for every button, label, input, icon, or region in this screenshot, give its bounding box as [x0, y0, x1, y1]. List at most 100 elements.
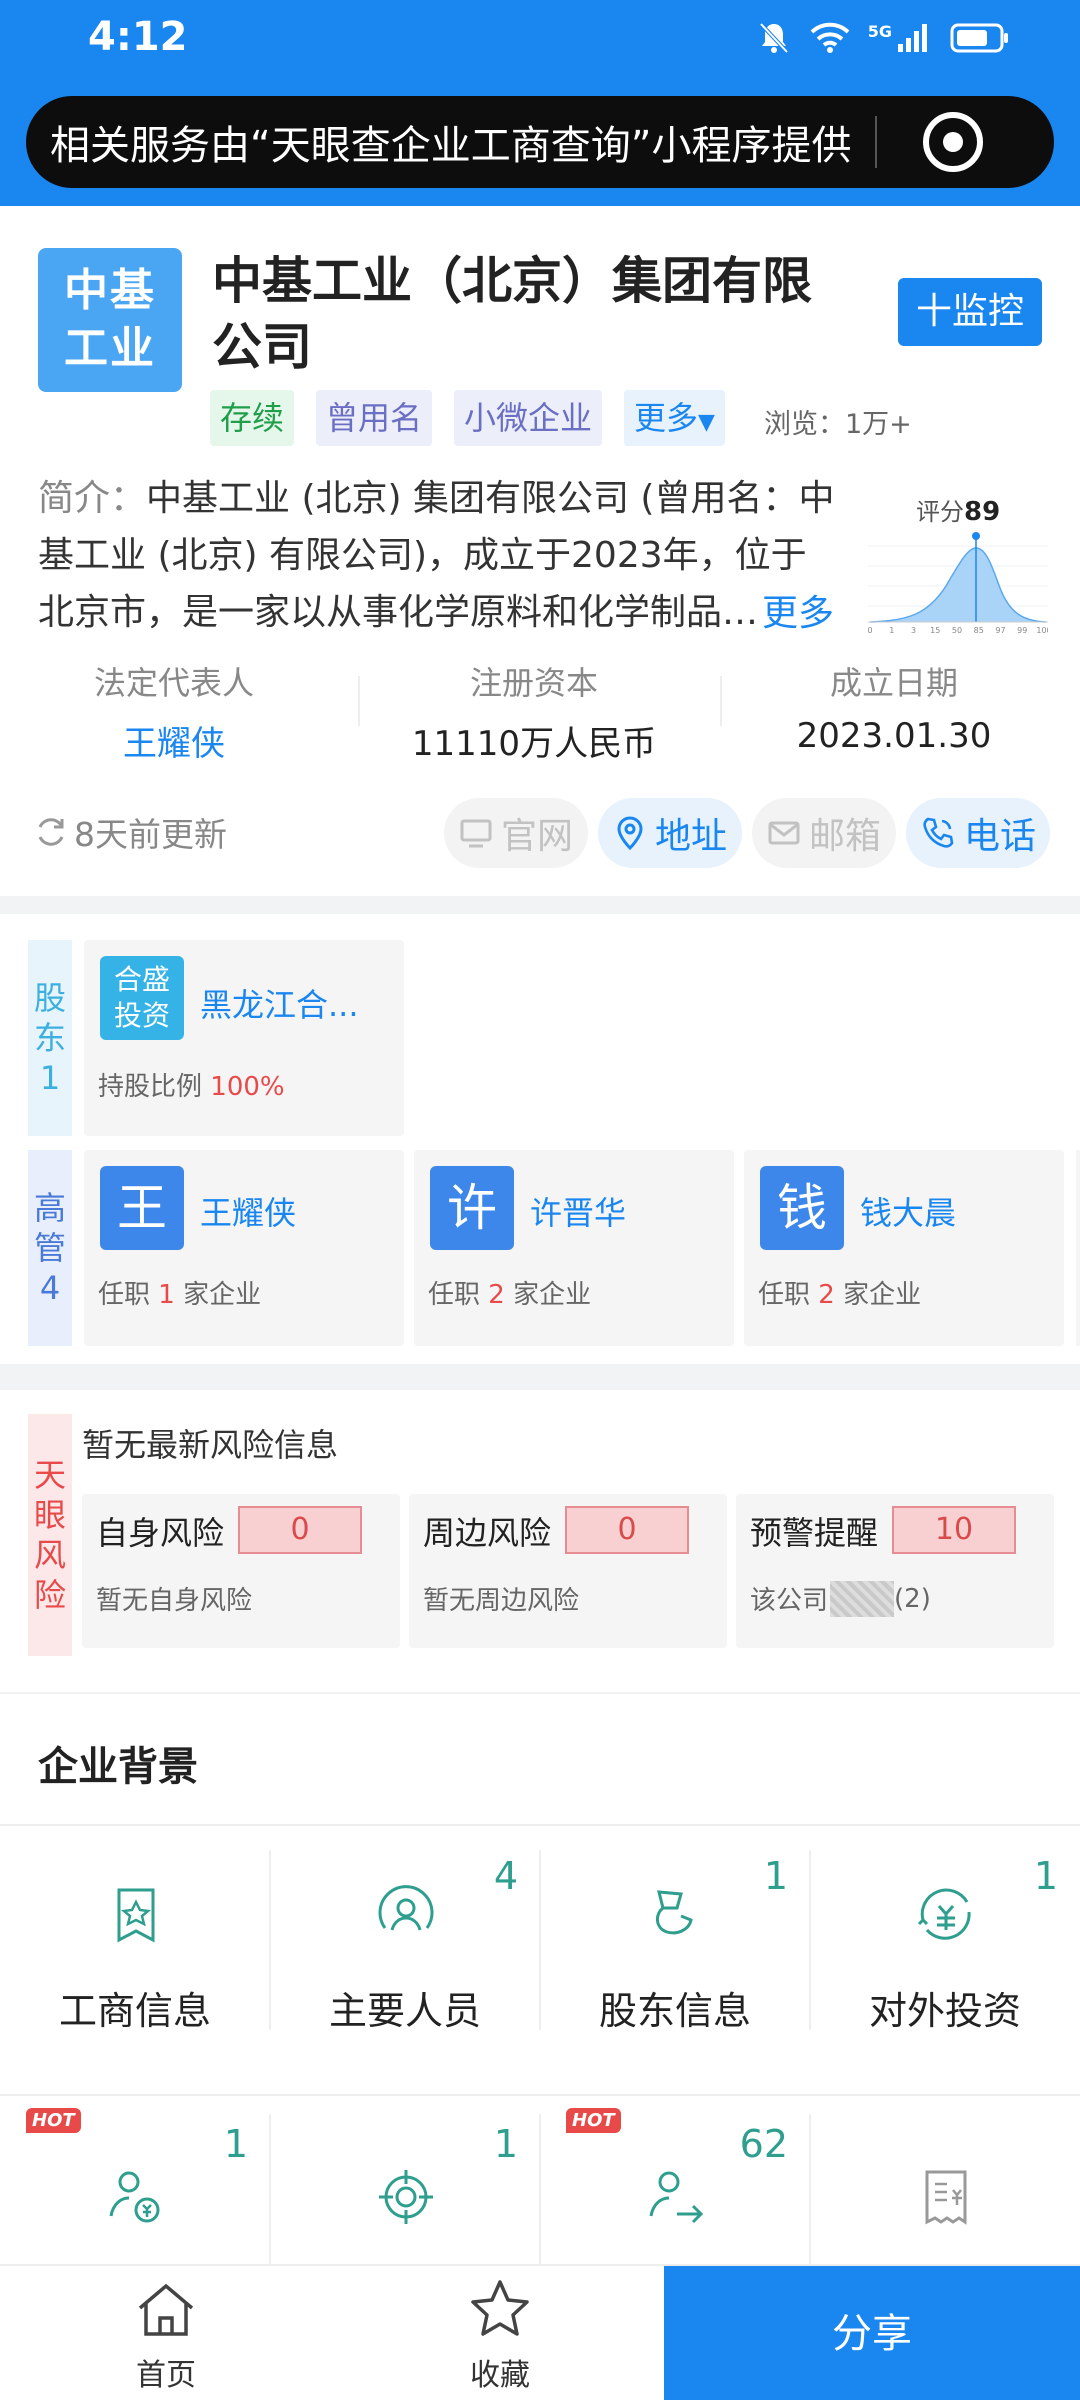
- shareholder-info-cell[interactable]: 1 股东信息: [540, 1830, 810, 2050]
- logo-line-2: 工业: [64, 323, 156, 374]
- score-axis-tick: 15: [930, 626, 940, 635]
- stat-value: 11110万人民币: [411, 724, 657, 764]
- stat-value[interactable]: 王耀侠: [0, 716, 354, 765]
- score-value[interactable]: 89: [964, 497, 1000, 527]
- target-dot-icon: [943, 132, 964, 152]
- refresh-icon: [38, 818, 64, 846]
- mail-icon: [768, 821, 800, 845]
- stat-legal-representative[interactable]: 法定代表人 王耀侠: [0, 658, 354, 765]
- surrounding-risk-card[interactable]: 周边风险 0 暂无周边风险: [409, 1494, 727, 1648]
- warning-alert-card[interactable]: 预警提醒 10 该公司 (2): [736, 1494, 1054, 1648]
- tab-char: 险: [33, 1576, 66, 1614]
- phone-label: 电话: [963, 816, 1036, 857]
- avatar: 钱: [760, 1166, 844, 1250]
- tab-char: 4: [39, 1269, 61, 1307]
- phone-button[interactable]: 电话: [906, 798, 1050, 868]
- risk-sub-prefix: 该公司: [750, 1586, 829, 1616]
- risk-tab[interactable]: 天 眼 风 险: [28, 1414, 72, 1656]
- shareholders-tab[interactable]: 股 东 1: [28, 940, 72, 1136]
- bottom-nav: 首页 收藏 分享: [0, 2264, 1080, 2400]
- self-risk-card[interactable]: 自身风险 0 暂无自身风险: [82, 1494, 400, 1648]
- shareholder-card[interactable]: 合盛 投资 黑龙江合... 持股比例 100%: [84, 940, 404, 1136]
- shareholder-name[interactable]: 黑龙江合...: [200, 980, 359, 1026]
- cell-count: 1: [223, 2122, 248, 2166]
- external-investment-cell[interactable]: 1 对外投资: [810, 1830, 1080, 2050]
- executive-name[interactable]: 钱大晨: [860, 1188, 956, 1234]
- avatar: 王: [100, 1166, 184, 1250]
- jobs-prefix: 任职: [758, 1280, 811, 1310]
- jobs-suffix: 家企业: [513, 1280, 592, 1310]
- monitor-icon: [460, 819, 492, 848]
- intro-more-link[interactable]: 更多: [758, 584, 835, 636]
- executive-name[interactable]: 王耀侠: [200, 1188, 296, 1234]
- executives-tab[interactable]: 高 管 4: [28, 1150, 72, 1346]
- monitor-button[interactable]: 十监控: [898, 278, 1042, 346]
- signal-icon: [898, 24, 927, 52]
- status-tag: 存续: [210, 390, 295, 446]
- ratio-label: 持股比例: [98, 1072, 203, 1102]
- score-axis-tick: 99: [1017, 626, 1027, 635]
- key-personnel-cell[interactable]: 4 主要人员: [270, 1830, 540, 2050]
- executive-card[interactable]: 王 王耀侠 任职 1 家企业: [84, 1150, 404, 1346]
- people-section: 股 东 1 合盛 投资 黑龙江合... 持股比例 100% 高 管 4 王 王耀…: [0, 914, 1080, 1364]
- hot-badge: HOT: [26, 2108, 81, 2133]
- feature-cell-3[interactable]: HOT 62: [540, 2098, 810, 2264]
- risk-sub: 该公司 (2): [750, 1580, 931, 1617]
- feature-cell-2[interactable]: 1: [270, 2098, 540, 2264]
- shareholding-ratio: 持股比例 100%: [98, 1066, 285, 1103]
- divider: [0, 1824, 1080, 1826]
- company-name: 中基工业（北京）集团有限公司: [212, 252, 812, 376]
- feature-cell-4[interactable]: [810, 2098, 1080, 2264]
- risk-count: 10: [892, 1506, 1016, 1554]
- executive-positions: 任职 2 家企业: [758, 1274, 921, 1311]
- banner-divider: [875, 116, 878, 168]
- jobs-count: 2: [488, 1280, 505, 1310]
- service-banner: 相关服务由“天眼查企业工商查询”小程序提供: [26, 96, 1054, 188]
- enterprise-background-section: 企业背景 工商信息 4 主要人员 1 股东信息 1 对外投资 HOT 1 1 H…: [0, 1694, 1080, 2264]
- view-count: 浏览：1万+: [764, 409, 912, 440]
- email-label: 邮箱: [808, 816, 881, 857]
- website-button[interactable]: 官网: [444, 798, 588, 868]
- person-arrow-icon: [649, 2171, 704, 2224]
- status-icons: 5G: [756, 20, 1010, 56]
- more-tags-label: 更多: [634, 399, 699, 437]
- person-money-icon: [109, 2171, 160, 2223]
- address-button[interactable]: 地址: [598, 798, 742, 868]
- update-info[interactable]: 8天前更新: [34, 808, 227, 856]
- mini-program-target-button[interactable]: [923, 112, 984, 172]
- risk-title: 周边风险: [423, 1514, 552, 1552]
- avatar: 许: [430, 1166, 514, 1250]
- battery-icon: [950, 23, 1008, 53]
- investment-icon: [917, 1888, 971, 1940]
- feature-cell-1[interactable]: HOT 1: [0, 2098, 270, 2264]
- risk-sub-suffix: (2): [894, 1583, 931, 1614]
- blurred-text: [830, 1580, 895, 1617]
- cell-label: 工商信息: [58, 1989, 211, 2033]
- risk-title: 预警提醒: [750, 1514, 879, 1552]
- score-distribution-chart[interactable]: 0 1 3 15 50 85 97 99 100: [868, 526, 1048, 636]
- executive-card[interactable]: 许 许晋华 任职 2 家企业: [414, 1150, 734, 1346]
- jobs-count: 1: [158, 1280, 175, 1310]
- executive-card[interactable]: 钱 钱大晨 任职 2 家企业: [744, 1150, 1064, 1346]
- receipt-icon: [925, 2170, 967, 2225]
- cell-count: 1: [763, 1854, 788, 1898]
- tab-char: 高: [33, 1189, 66, 1227]
- former-name-tag[interactable]: 曾用名: [316, 390, 433, 446]
- home-icon: [138, 2283, 194, 2336]
- risk-section: 天 眼 风 险 暂无最新风险信息 自身风险 0 暂无自身风险 周边风险 0 暂无…: [0, 1390, 1080, 1692]
- banner-text: 相关服务由“天眼查企业工商查询”小程序提供: [50, 123, 852, 169]
- more-tags-button[interactable]: 更多▼: [624, 390, 725, 446]
- intro-text: 中基工业 (北京) 集团有限公司 (曾用名：中基工业 (北京) 有限公司)，成立…: [38, 478, 835, 633]
- score-axis-tick: 0: [868, 626, 873, 635]
- business-info-cell[interactable]: 工商信息: [0, 1830, 270, 2050]
- nav-home[interactable]: 首页: [96, 2278, 236, 2394]
- email-button[interactable]: 邮箱: [752, 798, 896, 868]
- share-button[interactable]: 分享: [664, 2266, 1080, 2400]
- score-axis-tick: 1: [889, 626, 894, 635]
- tab-char: 管: [33, 1229, 66, 1267]
- executive-name[interactable]: 许晋华: [530, 1188, 626, 1234]
- score-axis-tick: 97: [995, 626, 1005, 635]
- nav-favorite[interactable]: 收藏: [430, 2278, 570, 2394]
- address-label: 地址: [654, 816, 727, 857]
- risk-count: 0: [238, 1506, 362, 1554]
